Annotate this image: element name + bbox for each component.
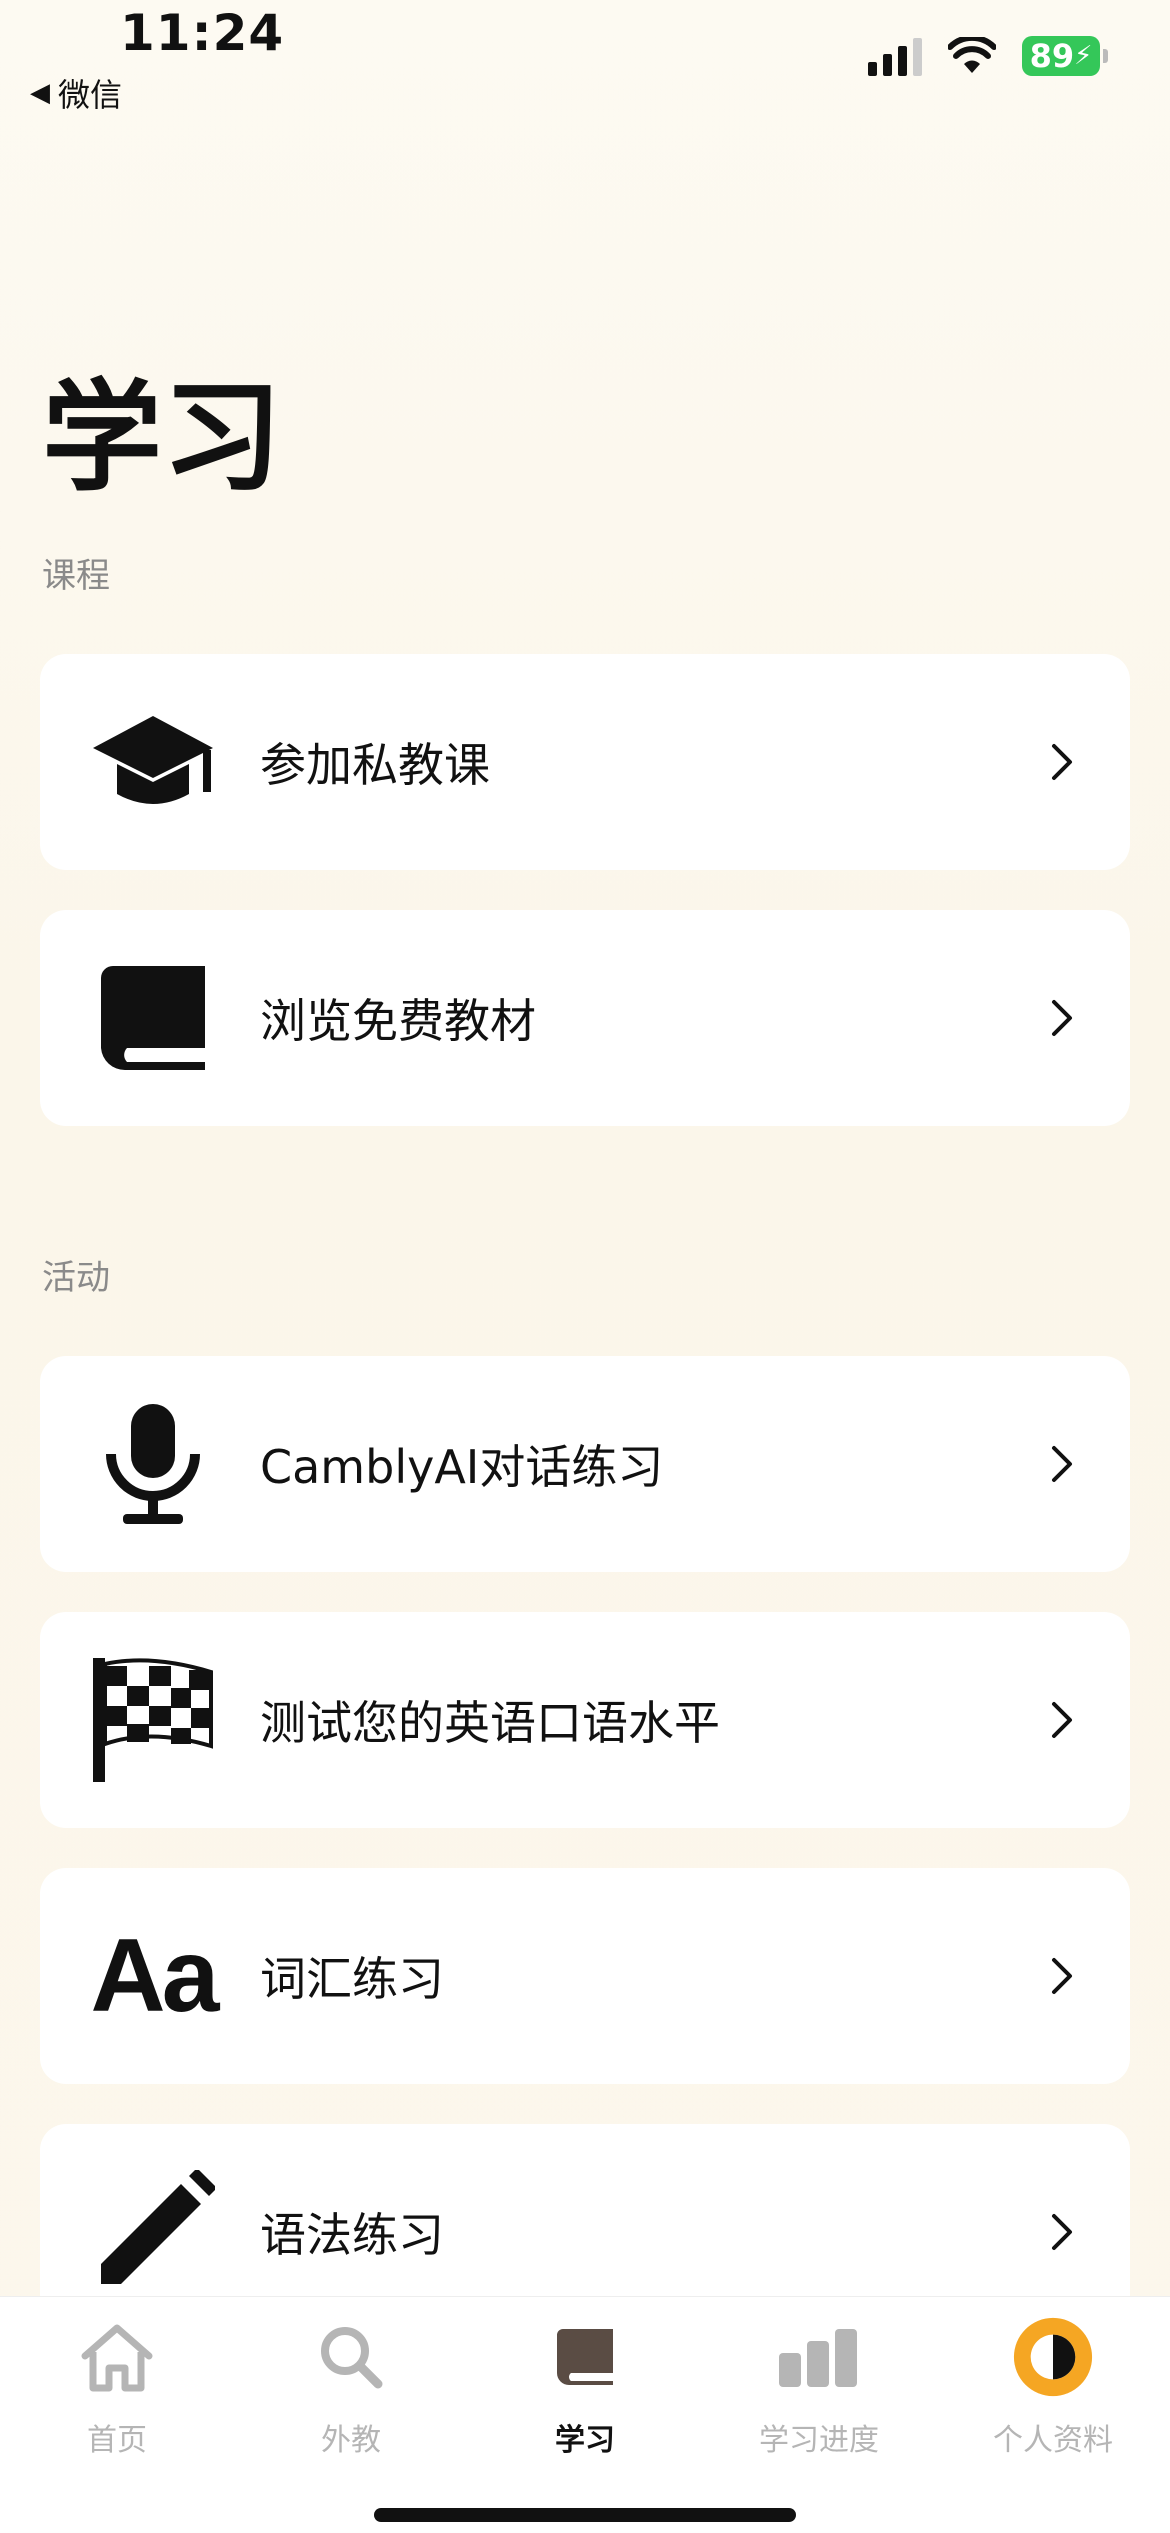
cellular-signal-icon: [868, 36, 922, 76]
graduation-cap-icon: [88, 697, 218, 827]
card-label: 浏览免费教材: [260, 994, 536, 1048]
tab-label: 学习进度: [759, 2423, 879, 2458]
back-triangle-icon: ◀: [30, 78, 50, 108]
book-icon: [545, 2317, 625, 2397]
tab-label: 个人资料: [993, 2423, 1113, 2458]
book-icon: [88, 953, 218, 1083]
speaking-level-test-card[interactable]: 测试您的英语口语水平: [40, 1612, 1130, 1828]
chevron-right-icon: [1052, 1446, 1072, 1482]
checkered-flag-icon: [88, 1655, 218, 1785]
search-icon: [311, 2317, 391, 2397]
chevron-right-icon: [1052, 2214, 1072, 2250]
tab-profile[interactable]: 个人资料: [936, 2317, 1170, 2459]
wifi-icon: [948, 37, 996, 73]
chevron-right-icon: [1052, 1702, 1072, 1738]
section-label-activities: 活动: [42, 1258, 110, 1298]
back-to-wechat-button[interactable]: ◀ 微信: [30, 70, 122, 116]
tab-learn[interactable]: 学习: [468, 2317, 702, 2459]
status-icons: 89 ⚡: [868, 36, 1108, 76]
chevron-right-icon: [1052, 1000, 1072, 1036]
page-title: 学习: [42, 369, 282, 508]
status-time: 11:24: [120, 4, 285, 62]
tab-tutors[interactable]: 外教: [234, 2317, 468, 2459]
battery-level: 89: [1029, 37, 1075, 75]
tab-bar: 首页 外教 学习 学习进度 个人资料: [0, 2296, 1170, 2533]
free-materials-card[interactable]: 浏览免费教材: [40, 910, 1130, 1126]
ai-conversation-card[interactable]: CamblyAI对话练习: [40, 1356, 1130, 1572]
microphone-icon: [88, 1399, 218, 1529]
vocabulary-practice-card[interactable]: Aa 词汇练习: [40, 1868, 1130, 2084]
home-indicator[interactable]: [374, 2508, 796, 2522]
tab-label: 首页: [87, 2423, 147, 2458]
card-label: CamblyAI对话练习: [260, 1440, 664, 1494]
text-aa-icon: Aa: [90, 1917, 220, 2034]
tab-progress[interactable]: 学习进度: [702, 2317, 936, 2459]
tab-home[interactable]: 首页: [0, 2317, 234, 2459]
home-icon: [77, 2317, 157, 2397]
card-label: 参加私教课: [260, 738, 490, 792]
card-label: 测试您的英语口语水平: [260, 1696, 720, 1750]
battery-icon: 89 ⚡: [1022, 36, 1108, 76]
card-label: 词汇练习: [260, 1952, 444, 2006]
back-app-label: 微信: [58, 76, 123, 114]
avatar-icon: [1013, 2317, 1093, 2397]
tab-label: 外教: [321, 2423, 381, 2458]
private-lesson-card[interactable]: 参加私教课: [40, 654, 1130, 870]
tab-label: 学习: [555, 2423, 615, 2458]
section-label-courses: 课程: [42, 556, 110, 596]
chevron-right-icon: [1052, 1958, 1072, 1994]
bar-chart-icon: [779, 2317, 859, 2397]
chevron-right-icon: [1052, 744, 1072, 780]
card-label: 语法练习: [260, 2208, 444, 2262]
pencil-icon: [88, 2167, 218, 2297]
